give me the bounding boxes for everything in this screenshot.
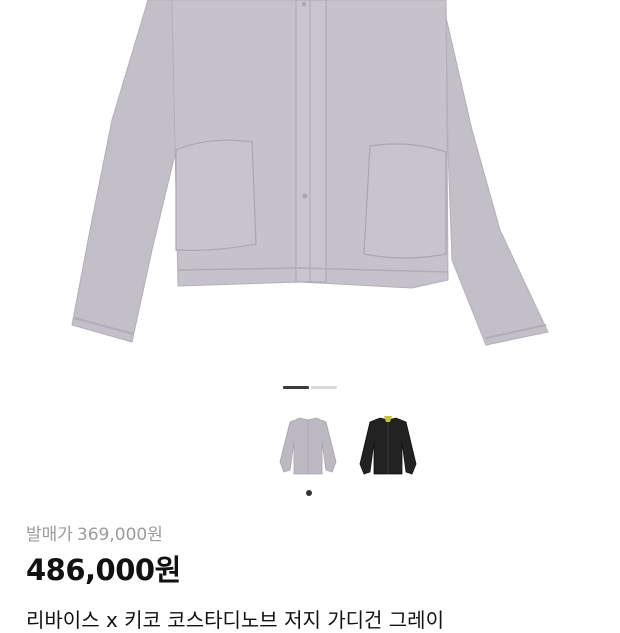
product-title: 리바이스 x 키코 코스타디노브 저지 가디건 그레이 (26, 608, 444, 632)
selected-thumbnail-dot (306, 490, 312, 496)
thumbnail-strip (0, 412, 620, 502)
original-price: 발매가 369,000원 (26, 520, 163, 545)
carousel-indicator-inactive (311, 386, 337, 389)
carousel-indicator-active (283, 386, 309, 389)
gray-cardigan-thumbnail[interactable] (276, 412, 340, 484)
original-price-label: 발매가 (26, 525, 73, 545)
black-cardigan-thumbnail[interactable] (356, 412, 420, 484)
cardigan-illustration (71, 0, 549, 346)
product-hero-image[interactable] (0, 0, 620, 370)
carousel-indicator (283, 386, 337, 390)
sale-price: 486,000원 (26, 553, 181, 587)
original-price-value: 369,000원 (76, 525, 163, 545)
